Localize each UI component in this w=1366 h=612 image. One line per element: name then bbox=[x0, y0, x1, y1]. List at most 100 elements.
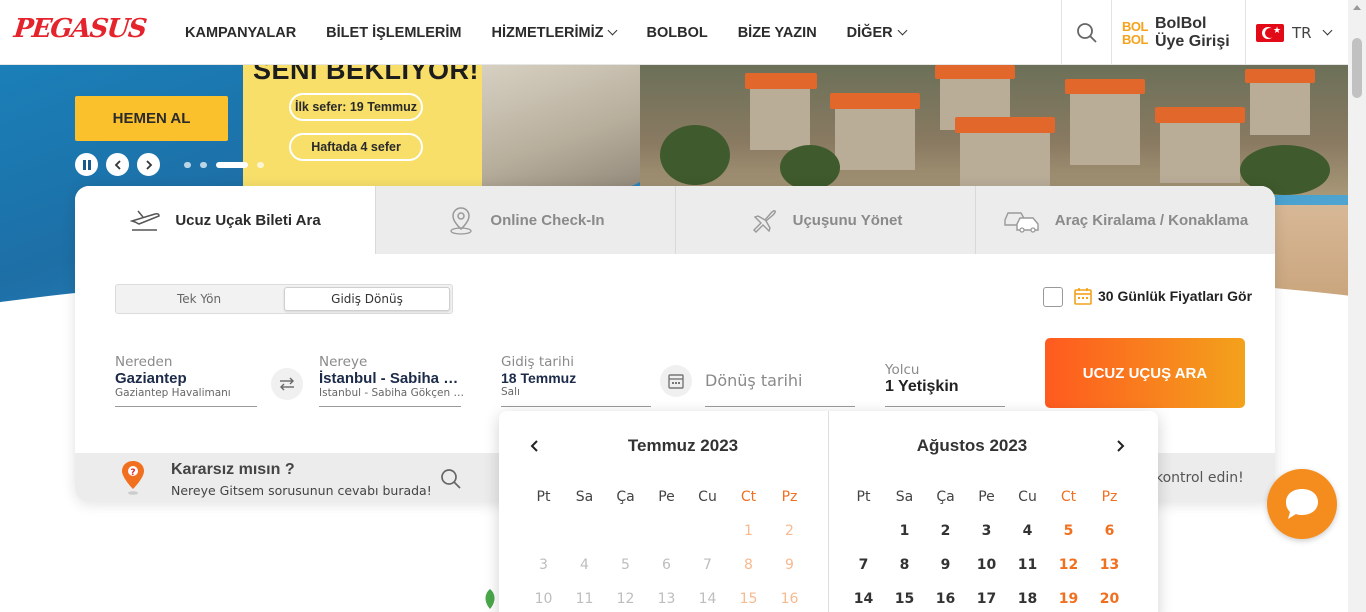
calendar-day[interactable]: 11 bbox=[1007, 556, 1048, 590]
calendar-day[interactable]: 19 bbox=[1048, 590, 1089, 612]
depart-value: 18 Temmuz bbox=[501, 370, 577, 386]
bolbol-login-button[interactable]: BOL BOL BolBol Üye Girişi bbox=[1111, 0, 1245, 65]
main-nav: KAMPANYALAR BİLET İŞLEMLERİM HİZMETLERİM… bbox=[170, 0, 921, 65]
inspiration-title: Kararsız mısın ? bbox=[171, 461, 295, 478]
calendar-day[interactable]: 2 bbox=[925, 522, 966, 556]
hemen-al-button[interactable]: HEMEN AL bbox=[75, 96, 228, 141]
nav-bilet-islemlerim[interactable]: BİLET İŞLEMLERİM bbox=[326, 25, 461, 41]
return-placeholder: Dönüş tarihi bbox=[705, 371, 803, 390]
pause-icon bbox=[82, 159, 91, 170]
search-flights-button[interactable]: UCUZ UÇUŞ ARA bbox=[1045, 338, 1245, 408]
calendar-day[interactable]: 20 bbox=[1089, 590, 1130, 612]
date-picker: Temmuz 2023 Ağustos 2023 Pt Sa Ça Pe Cu Ct Pz 1… bbox=[499, 411, 1158, 612]
calendar-day-disabled: 15 bbox=[739, 591, 758, 607]
calendar-icon bbox=[1074, 288, 1092, 305]
search-icon bbox=[1076, 22, 1097, 43]
depart-underline bbox=[501, 406, 651, 407]
calendar-day[interactable]: 14 bbox=[843, 590, 884, 612]
calendar-day-disabled: 5 bbox=[621, 557, 630, 573]
return-date-field[interactable]: Dönüş tarihi bbox=[705, 371, 855, 390]
tab-ucusunu-yonet[interactable]: Uçuşunu Yönet bbox=[675, 186, 975, 254]
tab-label: Ucuz Uçak Bileti Ara bbox=[175, 211, 321, 229]
nav-label: BOLBOL bbox=[646, 24, 708, 41]
calendar-day-disabled: 9 bbox=[785, 557, 794, 573]
calendar-day[interactable]: 17 bbox=[966, 590, 1007, 612]
calendar-day[interactable]: 4 bbox=[1007, 522, 1048, 556]
calendar-day-disabled: 10 bbox=[534, 591, 553, 607]
slide-dot[interactable] bbox=[184, 162, 191, 168]
price-calendar-checkbox[interactable] bbox=[1043, 287, 1063, 307]
calendar-day[interactable]: 7 bbox=[843, 556, 884, 590]
to-underline bbox=[319, 406, 461, 407]
return-calendar-button[interactable] bbox=[660, 365, 692, 397]
to-label: Nereye bbox=[319, 354, 368, 370]
weekday-header: Pz bbox=[1101, 489, 1118, 505]
to-field[interactable]: Nereye İstanbul - Sabiha Gökçen İstanbul… bbox=[319, 354, 464, 399]
price-calendar-label: 30 Günlük Fiyatları Gör bbox=[1098, 288, 1253, 304]
chat-button[interactable] bbox=[1267, 469, 1337, 539]
calendar-day[interactable]: 16 bbox=[925, 590, 966, 612]
tab-ucuz-ucak-bileti[interactable]: Ucuz Uçak Bileti Ara bbox=[75, 186, 375, 254]
calendar-day[interactable]: 15 bbox=[884, 590, 925, 612]
pause-button[interactable] bbox=[75, 153, 98, 176]
calendar-day-disabled: 7 bbox=[703, 557, 712, 573]
depart-date-field[interactable]: Gidiş tarihi 18 Temmuz Salı bbox=[501, 354, 651, 398]
calendar-day-disabled: 1 bbox=[744, 523, 753, 539]
language-selector[interactable]: ★ TR bbox=[1245, 0, 1348, 65]
site-header: PEGASUS KAMPANYALAR BİLET İŞLEMLERİM HİZ… bbox=[0, 0, 1348, 65]
nav-bize-yazin[interactable]: BİZE YAZIN bbox=[738, 25, 817, 41]
tab-label: Uçuşunu Yönet bbox=[792, 211, 903, 229]
search-icon[interactable] bbox=[439, 467, 463, 491]
from-field[interactable]: Nereden Gaziantep Gaziantep Havalimanı bbox=[115, 354, 257, 399]
swap-route-button[interactable] bbox=[271, 368, 303, 400]
calendar-grid-july: Pt Sa Ça Pe Cu Ct Pz 1 2 3 4 5 6 7 8 9 10 11 12 13 14 15 16 bbox=[523, 488, 810, 612]
weekday-header: Ça bbox=[616, 489, 635, 505]
calendar-day[interactable]: 18 bbox=[1007, 590, 1048, 612]
tab-arac-kiralama[interactable]: Araç Kiralama / Konaklama bbox=[975, 186, 1275, 254]
nav-diger[interactable]: DİĞER bbox=[847, 25, 908, 41]
slide-next-button[interactable] bbox=[137, 153, 160, 176]
one-way-option[interactable]: Tek Yön bbox=[118, 287, 280, 311]
weekday-header: Sa bbox=[895, 489, 914, 505]
search-button[interactable] bbox=[1061, 0, 1111, 65]
bolbol-logo: BOL BOL bbox=[1122, 20, 1148, 46]
calendar-day[interactable]: 12 bbox=[1048, 556, 1089, 590]
calendar-day[interactable]: 8 bbox=[884, 556, 925, 590]
nav-hizmetlerimiz[interactable]: HİZMETLERİMİZ bbox=[492, 25, 618, 41]
language-label: TR bbox=[1292, 23, 1312, 42]
calendar-day[interactable]: 6 bbox=[1089, 522, 1130, 556]
weekday-header: Ct bbox=[1060, 489, 1077, 505]
weekday-header: Pe bbox=[658, 489, 675, 505]
passenger-field[interactable]: Yolcu 1 Yetişkin bbox=[885, 362, 1005, 396]
weekday-header: Cu bbox=[1018, 489, 1037, 505]
slide-prev-button[interactable] bbox=[106, 153, 129, 176]
nav-kampanyalar[interactable]: KAMPANYALAR bbox=[185, 25, 296, 41]
weekday-header: Pt bbox=[536, 489, 551, 505]
calendar-day[interactable]: 5 bbox=[1048, 522, 1089, 556]
calendar-day-disabled: 8 bbox=[744, 557, 753, 573]
calendar-day[interactable]: 3 bbox=[966, 522, 1007, 556]
slide-dot[interactable] bbox=[257, 162, 264, 168]
calendar-day-disabled: 6 bbox=[662, 557, 671, 573]
empty-day bbox=[687, 522, 728, 556]
round-trip-option[interactable]: Gidiş Dönüş bbox=[284, 287, 450, 311]
calendar-day[interactable]: 10 bbox=[966, 556, 1007, 590]
page-scrollbar[interactable] bbox=[1348, 0, 1366, 612]
pegasus-logo[interactable]: PEGASUS bbox=[12, 14, 147, 44]
calendar-day[interactable]: 13 bbox=[1089, 556, 1130, 590]
calendar-day[interactable]: 9 bbox=[925, 556, 966, 590]
calendar-day-disabled: 12 bbox=[616, 591, 635, 607]
slide-dot[interactable] bbox=[200, 162, 207, 168]
promo-headline: SENİ BEKLİYOR! bbox=[253, 65, 480, 85]
promo-pill-first-flight: İlk sefer: 19 Temmuz bbox=[289, 93, 423, 121]
from-label: Nereden bbox=[115, 354, 173, 370]
tab-online-check-in[interactable]: Online Check-In bbox=[375, 186, 675, 254]
turkey-flag-icon: ★ bbox=[1256, 23, 1284, 42]
nav-bolbol[interactable]: BOLBOL bbox=[646, 25, 707, 41]
scroll-thumb[interactable] bbox=[1352, 38, 1362, 98]
scroll-up-arrow-icon[interactable] bbox=[1353, 5, 1361, 10]
cars-icon bbox=[1004, 212, 1039, 233]
slide-dot[interactable] bbox=[216, 162, 248, 168]
chevron-down-icon bbox=[1322, 25, 1333, 36]
calendar-day[interactable]: 1 bbox=[884, 522, 925, 556]
